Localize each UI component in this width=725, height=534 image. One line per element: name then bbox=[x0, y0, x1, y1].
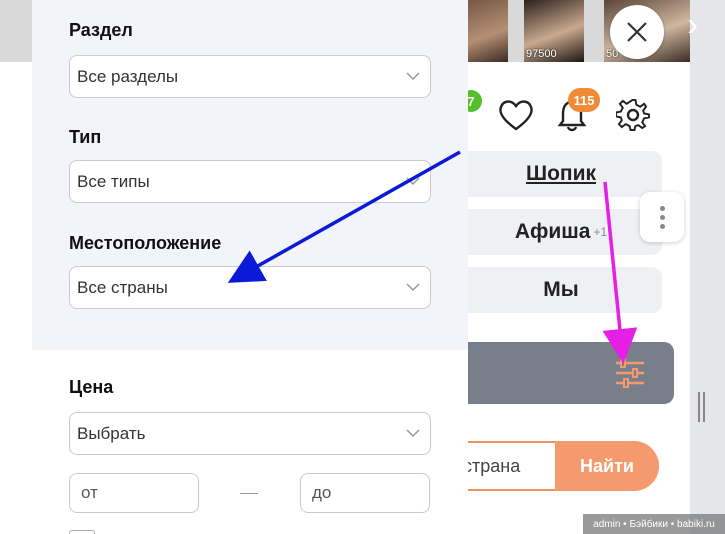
dot bbox=[659, 205, 665, 211]
nav-my-label: Мы bbox=[543, 278, 579, 301]
find-button-label: Найти bbox=[580, 455, 634, 476]
nav-afisha-count: +1 bbox=[593, 225, 608, 239]
type-select[interactable]: Все типы bbox=[69, 160, 431, 203]
close-icon bbox=[627, 22, 647, 42]
price-to-input[interactable]: до bbox=[300, 473, 430, 513]
find-button[interactable]: Найти bbox=[555, 441, 659, 491]
more-options-button[interactable] bbox=[640, 192, 684, 242]
section-label: Раздел bbox=[69, 20, 133, 40]
header-icons: 7 115 bbox=[460, 88, 690, 140]
chevron-right-icon[interactable]: › bbox=[687, 6, 698, 43]
location-select[interactable]: Все страны bbox=[69, 266, 431, 309]
price-from-placeholder: от bbox=[81, 483, 98, 502]
resize-handle[interactable] bbox=[703, 392, 705, 422]
range-separator bbox=[240, 493, 258, 494]
type-label: Тип bbox=[69, 127, 102, 147]
type-select-value: Все типы bbox=[77, 171, 150, 191]
country-input-placeholder: страна bbox=[463, 455, 521, 476]
gear-icon[interactable] bbox=[616, 98, 650, 132]
chevron-down-icon bbox=[406, 177, 420, 186]
chevron-down-icon bbox=[406, 283, 420, 292]
watermark: admin • Бэйбики • babiki.ru bbox=[583, 514, 725, 534]
nav-shop[interactable]: Шопик bbox=[460, 151, 662, 197]
filter-sliders-icon[interactable] bbox=[614, 358, 646, 388]
location-select-value: Все страны bbox=[77, 277, 168, 297]
notifications-badge: 115 bbox=[568, 88, 600, 112]
heart-icon[interactable] bbox=[498, 98, 534, 132]
country-input[interactable]: страна bbox=[455, 441, 555, 491]
location-label: Местоположение bbox=[69, 233, 222, 253]
nav-afisha-label: Афиша bbox=[514, 220, 591, 243]
thumbnail-price: 97500 bbox=[526, 48, 557, 60]
price-select[interactable]: Выбрать bbox=[69, 412, 431, 455]
chevron-down-icon bbox=[406, 72, 420, 81]
search-group: страна Найти bbox=[455, 441, 659, 491]
dot bbox=[659, 223, 665, 229]
chevron-down-icon bbox=[406, 429, 420, 438]
section-select-value: Все разделы bbox=[77, 66, 179, 86]
price-select-value: Выбрать bbox=[77, 423, 146, 443]
dot bbox=[659, 214, 665, 220]
nav-my[interactable]: Мы bbox=[460, 267, 662, 313]
nav-shop-label: Шопик bbox=[525, 162, 597, 185]
price-from-input[interactable]: от bbox=[69, 473, 199, 513]
close-button[interactable] bbox=[610, 5, 664, 59]
checkbox[interactable] bbox=[69, 530, 95, 534]
filter-bar[interactable] bbox=[450, 342, 674, 404]
section-select[interactable]: Все разделы bbox=[69, 55, 431, 98]
thumbnail[interactable]: 97500 bbox=[524, 0, 584, 62]
resize-handle[interactable] bbox=[698, 392, 700, 422]
price-label: Цена bbox=[69, 377, 114, 397]
nav-afisha[interactable]: Афиша +1 bbox=[460, 209, 662, 255]
price-to-placeholder: до bbox=[312, 483, 332, 502]
